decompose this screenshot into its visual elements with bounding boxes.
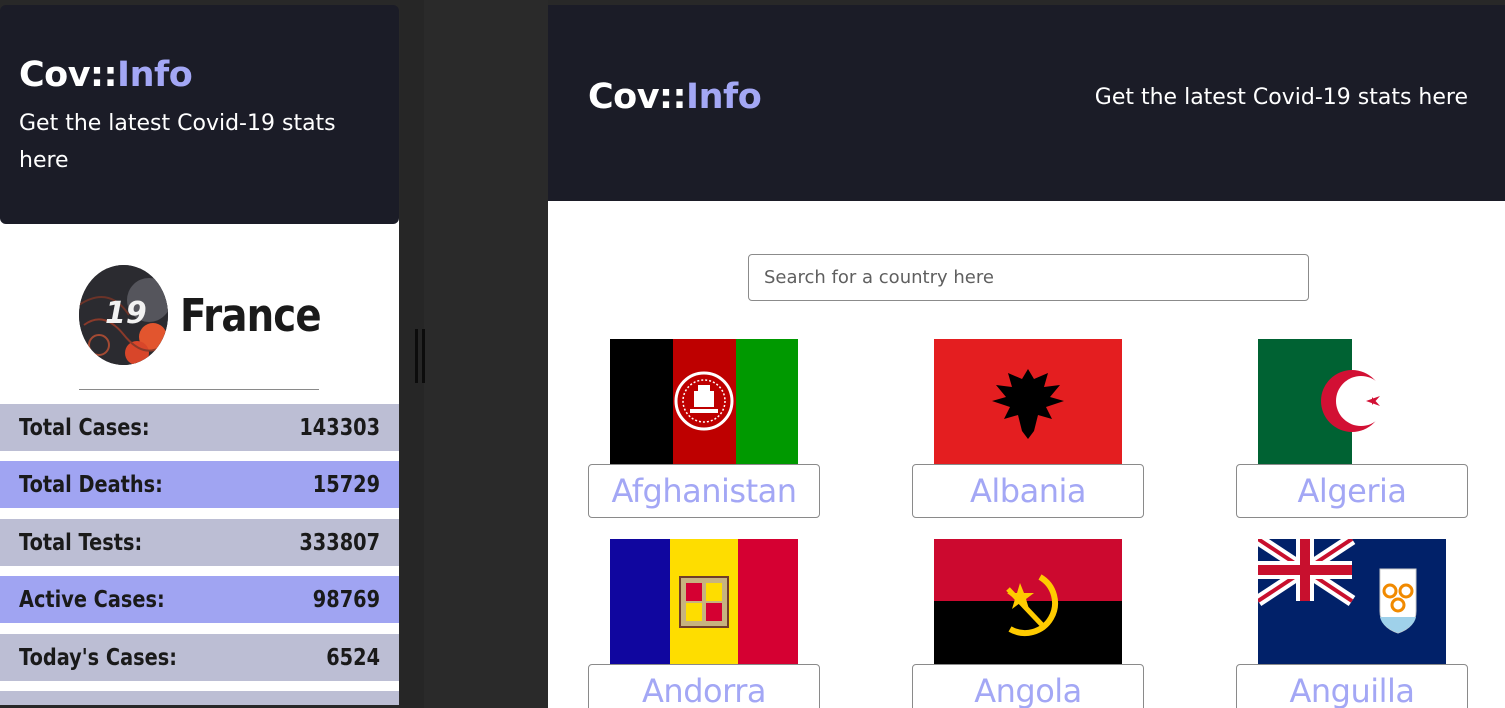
anguilla-flag-icon[interactable] — [1258, 539, 1446, 664]
albania-flag-icon[interactable] — [934, 339, 1122, 464]
detail-pane: Cov::Info Get the latest Covid-19 stats … — [0, 0, 400, 708]
country-name-button[interactable]: Andorra — [588, 664, 820, 708]
country-heading: 19 France — [79, 265, 344, 365]
country-name-button[interactable]: Algeria — [1236, 464, 1468, 518]
country-label: Angola — [974, 672, 1082, 708]
stat-row-total-cases: Total Cases: 143303 — [0, 404, 399, 451]
country-name-button[interactable]: Afghanistan — [588, 464, 820, 518]
stat-label: Total Tests: — [19, 529, 143, 556]
stat-value: 15729 — [312, 471, 380, 498]
header-tagline: Get the latest Covid-19 stats here — [19, 111, 336, 173]
stat-label: Total Cases: — [19, 414, 150, 441]
country-label: Anguilla — [1289, 672, 1415, 708]
brand-logo[interactable]: Cov::Info — [588, 75, 762, 119]
country-label: Albania — [970, 472, 1086, 510]
stat-row-todays-cases: Today's Cases: 6524 — [0, 634, 399, 681]
brand-prefix: Cov:: — [588, 77, 687, 117]
country-label: Andorra — [642, 672, 766, 708]
algeria-flag-icon[interactable] — [1258, 339, 1446, 464]
grip-line — [415, 329, 418, 383]
stat-row-active-cases: Active Cases: 98769 — [0, 576, 399, 623]
brand-accent: Info — [117, 55, 193, 95]
stat-value: 333807 — [299, 529, 380, 556]
stat-value: 6524 — [326, 644, 380, 671]
country-name-button[interactable]: Angola — [912, 664, 1144, 708]
badge-number: 19 — [105, 296, 147, 331]
header-tagline: Get the latest Covid-19 stats here — [1094, 85, 1468, 110]
splitter-strip — [424, 0, 548, 708]
country-list-pane: Cov::Info Get the latest Covid-19 stats … — [548, 0, 1505, 708]
search-input[interactable] — [748, 254, 1309, 301]
andorra-flag-icon[interactable] — [610, 539, 798, 664]
stat-row-total-tests: Total Tests: 333807 — [0, 519, 399, 566]
stat-row-partial — [0, 691, 399, 705]
angola-flag-icon[interactable] — [934, 539, 1122, 664]
brand-logo[interactable]: Cov::Info — [19, 53, 380, 97]
stat-label: Active Cases: — [19, 586, 165, 613]
country-label: Afghanistan — [611, 472, 798, 510]
afghanistan-flag-icon[interactable] — [610, 339, 798, 464]
stat-label: Today's Cases: — [19, 644, 177, 671]
list-header: Cov::Info Get the latest Covid-19 stats … — [548, 5, 1505, 201]
country-name-button[interactable]: Anguilla — [1236, 664, 1468, 708]
stat-value: 143303 — [299, 414, 380, 441]
grip-line — [422, 329, 425, 383]
country-name-button[interactable]: Albania — [912, 464, 1144, 518]
stat-value: 98769 — [312, 586, 380, 613]
covid-19-badge-icon: 19 — [79, 265, 168, 365]
detail-header: Cov::Info Get the latest Covid-19 stats … — [0, 5, 399, 224]
brand-accent: Info — [686, 77, 762, 117]
splitter-drag-handle[interactable] — [413, 329, 427, 383]
country-label: Algeria — [1297, 472, 1407, 510]
divider — [79, 389, 319, 390]
country-name: France — [180, 288, 322, 342]
stat-label: Total Deaths: — [19, 471, 163, 498]
brand-prefix: Cov:: — [19, 55, 118, 95]
stat-row-total-deaths: Total Deaths: 15729 — [0, 461, 399, 508]
